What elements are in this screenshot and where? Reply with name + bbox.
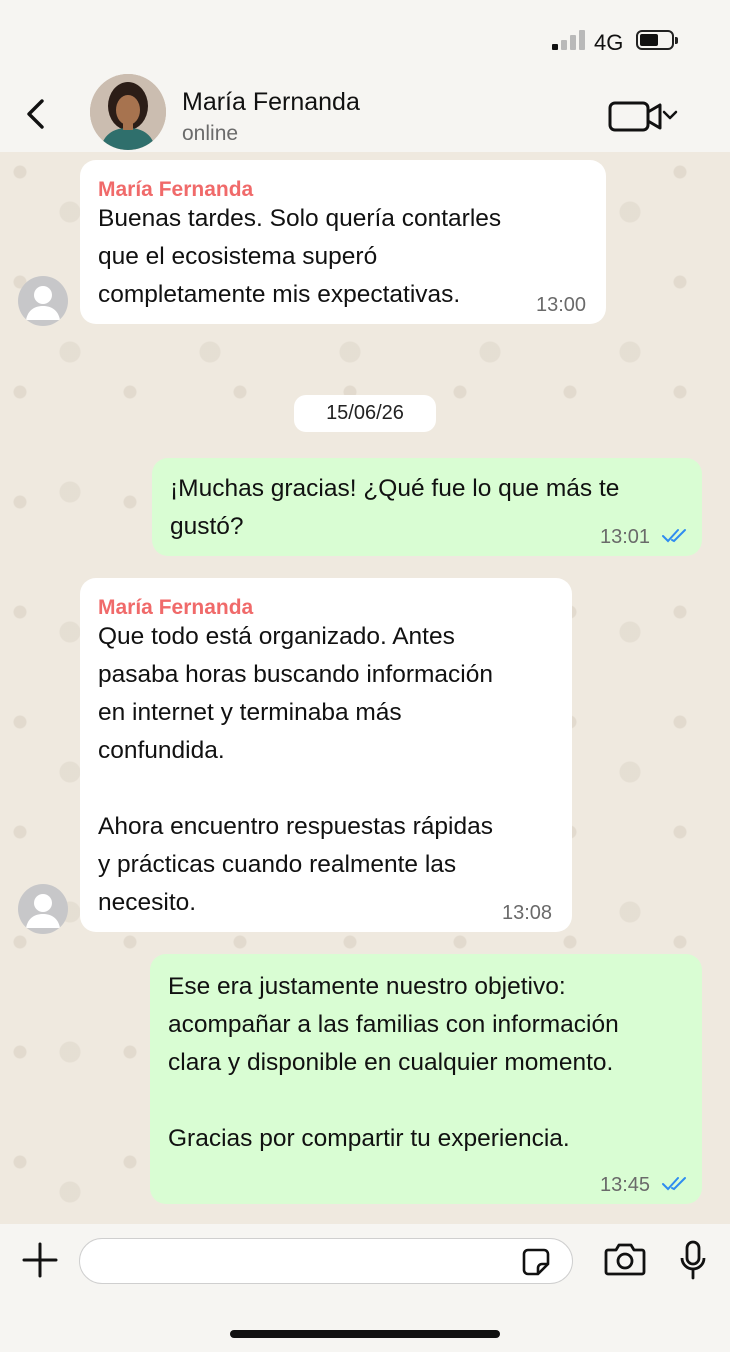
sender-name: María Fernanda (98, 178, 254, 201)
sender-avatar[interactable] (18, 884, 68, 934)
camera-icon[interactable] (604, 1242, 646, 1276)
status-bar: 4G (0, 0, 730, 80)
home-indicator (230, 1330, 500, 1338)
message-text: Buenas tardes. Solo quería contarles que… (98, 205, 502, 308)
message-time: 13:00 (536, 294, 587, 316)
message-time: 13:45 (600, 1174, 651, 1196)
message-bubble-outgoing[interactable]: Ese era justamente nuestro objetivo: aco… (150, 954, 702, 1204)
message-input-bar (0, 1224, 730, 1352)
message-text: ¡Muchas gracias! ¿Qué fue lo que más te … (170, 475, 620, 540)
contact-avatar[interactable] (90, 74, 166, 150)
back-arrow-icon[interactable] (22, 96, 52, 132)
signal-strength-icon (552, 30, 586, 50)
network-type: 4G (594, 30, 624, 55)
message-time: 13:08 (502, 902, 553, 924)
contact-status: online (182, 122, 239, 145)
microphone-icon[interactable] (679, 1240, 707, 1280)
contact-name[interactable]: María Fernanda (182, 88, 360, 117)
plus-icon[interactable] (22, 1242, 58, 1278)
chat-header: María Fernanda online (0, 72, 730, 152)
date-separator: 15/06/26 (294, 395, 436, 432)
message-input[interactable] (79, 1238, 573, 1284)
video-call-icon[interactable] (608, 100, 680, 134)
message-text: Ese era justamente nuestro objetivo: aco… (168, 973, 619, 1152)
message-bubble-incoming[interactable]: María Fernanda Buenas tardes. Solo querí… (80, 160, 606, 324)
message-time: 13:01 (600, 526, 651, 548)
message-bubble-incoming[interactable]: María Fernanda Que todo está organizado.… (80, 578, 572, 932)
message-text: Que todo está organizado. Antes pasaba h… (98, 623, 493, 916)
read-receipt-icon (662, 529, 686, 543)
battery-icon (636, 30, 678, 50)
sender-avatar[interactable] (18, 276, 68, 326)
sender-name: María Fernanda (98, 596, 254, 619)
read-receipt-icon (662, 1177, 686, 1191)
message-bubble-outgoing[interactable]: ¡Muchas gracias! ¿Qué fue lo que más te … (152, 458, 702, 556)
sticker-icon[interactable] (522, 1248, 550, 1276)
